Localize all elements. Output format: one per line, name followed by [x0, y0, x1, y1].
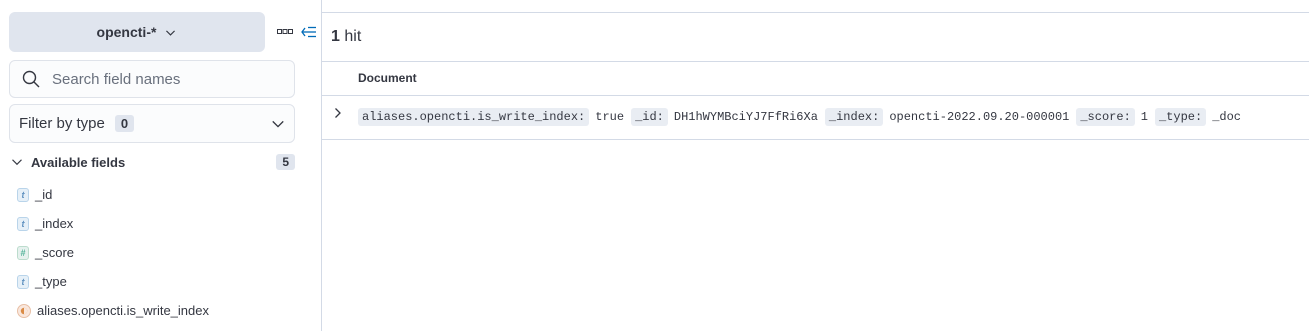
document-field-key: aliases.opencti.is_write_index:: [358, 108, 590, 126]
string-type-icon: t: [17, 187, 29, 202]
field-item[interactable]: # _score: [17, 238, 307, 267]
chevron-right-icon: [335, 108, 341, 118]
document-column-header: Document: [358, 71, 417, 85]
field-item[interactable]: t _type: [17, 267, 307, 296]
search-field-names: [9, 60, 295, 98]
boolean-type-icon: [17, 303, 31, 318]
divider: [322, 139, 1309, 140]
field-sidebar: opencti-* Filter by type 0 Available fie: [0, 0, 322, 331]
field-list: t _id t _index # _score t _type aliases.…: [17, 180, 307, 325]
field-item[interactable]: t _index: [17, 209, 307, 238]
field-name: _id: [35, 187, 53, 202]
divider: [322, 95, 1309, 96]
string-type-icon: t: [17, 216, 29, 231]
hit-count: 1 hit: [331, 28, 361, 46]
field-item[interactable]: aliases.opencti.is_write_index: [17, 296, 307, 325]
document-field-value: true: [595, 110, 625, 124]
more-icon: [277, 29, 293, 34]
chevron-down-icon: [272, 120, 284, 128]
field-name: aliases.opencti.is_write_index: [37, 303, 209, 318]
hit-count-label: hit: [344, 28, 362, 45]
chevron-down-icon: [166, 29, 176, 36]
field-name: _score: [35, 245, 75, 260]
field-name: _type: [35, 274, 67, 289]
index-pattern-selector[interactable]: opencti-*: [9, 12, 265, 52]
search-icon: [22, 70, 40, 88]
document-field-value: opencti-2022.09.20-000001: [889, 110, 1070, 124]
available-fields-toggle[interactable]: Available fields 5: [11, 151, 297, 173]
hit-count-number: 1: [331, 28, 340, 45]
chevron-down-icon: [12, 159, 22, 166]
document-field-key: _type:: [1154, 108, 1207, 126]
filter-by-type-label: Filter by type: [19, 115, 105, 132]
document-field-value: _doc: [1212, 110, 1242, 124]
results-panel: 1 hit Document aliases.opencti.is_write_…: [322, 12, 1309, 332]
document-field-key: _id:: [631, 108, 668, 126]
string-type-icon: t: [17, 274, 29, 289]
available-fields-count: 5: [276, 154, 295, 170]
document-field-value: DH1hWYMBciYJ7FfRi6Xa: [673, 110, 818, 124]
divider: [322, 61, 1309, 62]
document-field-value: 1: [1140, 110, 1148, 124]
document-field-key: _score:: [1076, 108, 1135, 126]
index-pattern-label: opencti-*: [96, 24, 157, 40]
document-field-key: _index:: [824, 108, 884, 126]
collapse-sidebar-button[interactable]: [300, 24, 318, 40]
field-item[interactable]: t _id: [17, 180, 307, 209]
search-input[interactable]: [50, 69, 294, 89]
expand-row-button[interactable]: [332, 106, 344, 120]
collapse-sidebar-icon: [301, 26, 316, 38]
number-type-icon: #: [17, 245, 29, 260]
filter-count-badge: 0: [114, 115, 135, 132]
available-fields-title: Available fields: [31, 154, 126, 170]
filter-by-type-button[interactable]: Filter by type 0: [9, 104, 295, 143]
more-options-button[interactable]: [276, 25, 294, 39]
document-row: aliases.opencti.is_write_index: true _id…: [358, 108, 1248, 126]
field-name: _index: [35, 216, 74, 231]
